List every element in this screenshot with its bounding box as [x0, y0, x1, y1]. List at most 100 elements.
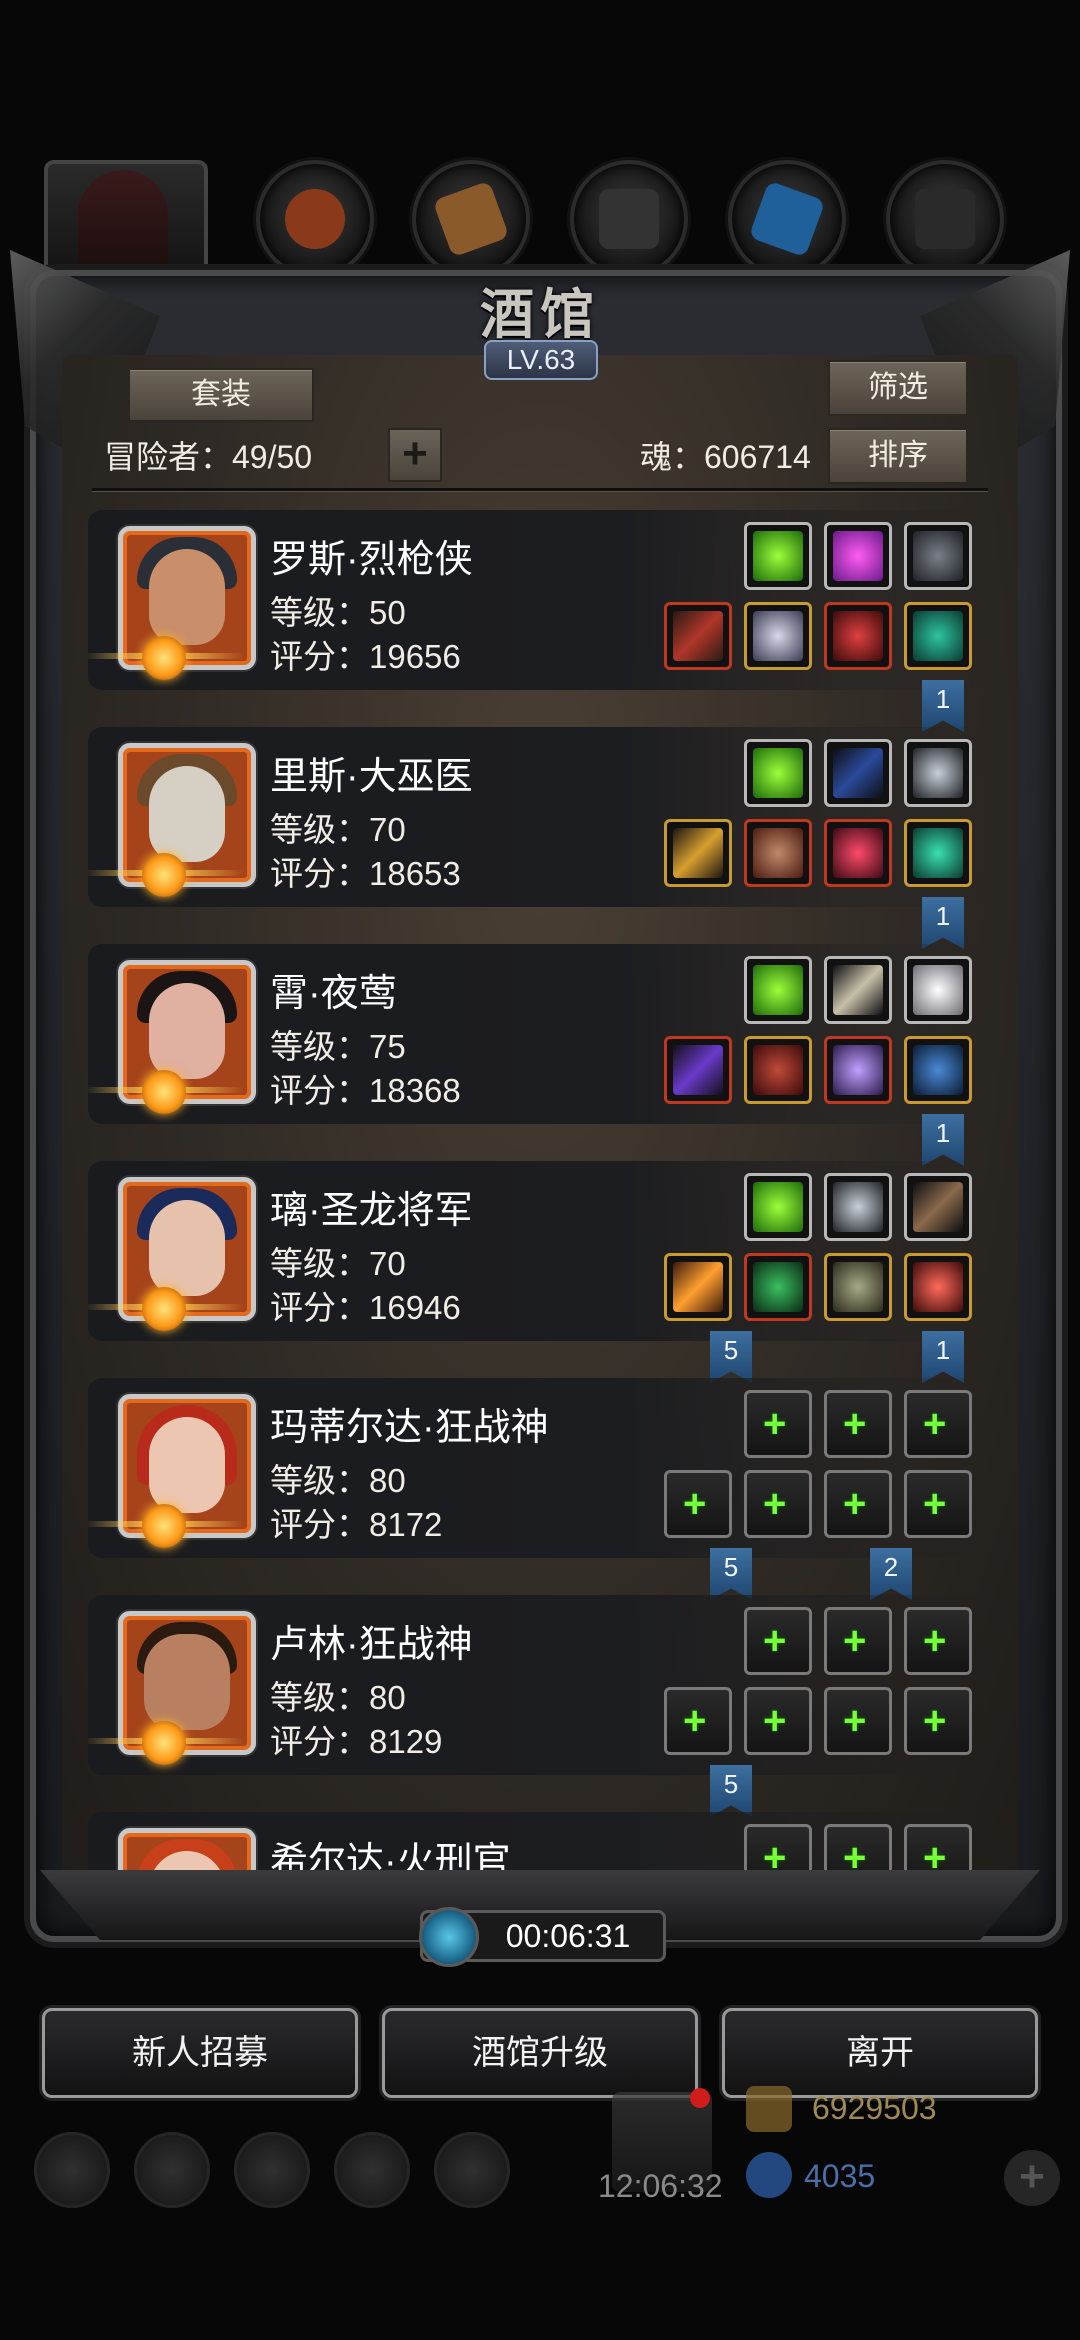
equip-slot-weapon[interactable] [664, 1036, 732, 1104]
equip-slot-weapon[interactable] [664, 819, 732, 887]
equip-slot-emblem[interactable] [824, 1173, 892, 1241]
plus-icon: + [843, 1699, 867, 1743]
plus-icon: + [843, 1619, 867, 1663]
tab-class-steel[interactable] [570, 160, 688, 278]
crest-icon [833, 1045, 883, 1095]
equip-slot-gem-green[interactable] [744, 956, 812, 1024]
equip-slot-weapon[interactable] [664, 1253, 732, 1321]
empty-slot-add-button[interactable]: + [664, 1687, 732, 1755]
tab-class-armor[interactable] [412, 160, 530, 278]
leave-button[interactable]: 离开 [722, 2008, 1038, 2098]
hero-level: 等级：75 [270, 1028, 406, 1065]
hero-card[interactable]: 希尔达·火刑官 + + + [88, 1812, 988, 1880]
equip-slot-gem-green[interactable] [744, 522, 812, 590]
hero-emblem-icon[interactable] [134, 2132, 210, 2208]
empty-slot-add-button[interactable]: + [904, 1390, 972, 1458]
plus-icon: + [923, 1482, 947, 1526]
hero-level: 等级：70 [270, 1245, 406, 1282]
dagger-icon [673, 1045, 723, 1095]
equip-slot-armor[interactable] [744, 602, 812, 670]
shield-icon [833, 1262, 883, 1312]
hero-level: 等级：80 [270, 1679, 406, 1716]
divider [92, 488, 988, 492]
equip-slot-armor[interactable] [744, 1036, 812, 1104]
tab-all-heroes[interactable] [44, 160, 208, 286]
tab-class-gauntlet[interactable] [256, 160, 374, 278]
hero-card[interactable]: 玛蒂尔达·狂战神 等级：80 评分：8172 + + + + + + + [88, 1378, 988, 1558]
bow-icon [833, 748, 883, 798]
hero-card[interactable]: 里斯·大巫医 等级：70 评分：18653 [88, 727, 988, 907]
adventurer-count: 冒险者：49/50 [104, 439, 313, 475]
add-currency-button[interactable]: + [1004, 2150, 1060, 2206]
equip-slot-necklace[interactable] [904, 1253, 972, 1321]
tab-class-crystal[interactable] [728, 160, 846, 278]
empty-slot-add-button[interactable]: + [824, 1607, 892, 1675]
hero-name: 玛蒂尔达·狂战神 [270, 1407, 549, 1449]
empty-slot-add-button[interactable]: + [744, 1470, 812, 1538]
empty-slot-add-button[interactable]: + [904, 1607, 972, 1675]
empty-slot-add-button[interactable]: + [744, 1687, 812, 1755]
equip-slot-ring[interactable] [824, 602, 892, 670]
gold-icon [746, 2086, 792, 2132]
hero-card[interactable]: 霄·夜莺 等级：75 评分：18368 [88, 944, 988, 1124]
hero-portrait [118, 960, 256, 1104]
equip-slot-emblem[interactable] [904, 739, 972, 807]
equip-slot-weapon[interactable] [664, 602, 732, 670]
hero-card[interactable]: 罗斯·烈枪侠 等级：50 评分：19656 [88, 510, 988, 690]
empty-slot-add-button[interactable]: + [824, 1470, 892, 1538]
armor-icon [753, 1045, 803, 1095]
purple-gem-icon [833, 531, 883, 581]
hero-card[interactable]: 卢林·狂战神 等级：80 评分：8129 + + + + + + + [88, 1595, 988, 1775]
equip-slot-mask[interactable] [904, 522, 972, 590]
equip-slot-crossbow[interactable] [904, 1173, 972, 1241]
plus-icon: + [923, 1699, 947, 1743]
plus-icon: + [843, 1402, 867, 1446]
equip-slot-shield[interactable] [824, 1253, 892, 1321]
hero-portrait [118, 743, 256, 887]
empty-slot-add-button[interactable]: + [664, 1470, 732, 1538]
empty-slot-add-button[interactable]: + [744, 1390, 812, 1458]
upgrade-tavern-button[interactable]: 酒馆升级 [382, 2008, 698, 2098]
hero-card[interactable]: 璃·圣龙将军 等级：70 评分：16946 [88, 1161, 988, 1341]
spear-icon [673, 611, 723, 661]
equip-slot-gem-green[interactable] [744, 1173, 812, 1241]
settings-icon[interactable] [34, 2132, 110, 2208]
hero-level: 等级：70 [270, 811, 406, 848]
equip-slot-armor[interactable] [744, 1253, 812, 1321]
mail-icon[interactable] [334, 2132, 410, 2208]
add-adventurer-button[interactable]: + [388, 428, 442, 482]
armor-icon [753, 1262, 803, 1312]
tab-class-iron[interactable] [886, 160, 1004, 278]
empty-slot-add-button[interactable]: + [904, 1687, 972, 1755]
empty-slot-add-button[interactable]: + [824, 1390, 892, 1458]
plus-icon: + [763, 1619, 787, 1663]
equip-slot-amulet[interactable] [904, 1036, 972, 1104]
equip-slot-potion[interactable] [824, 819, 892, 887]
equip-slot-bracelet[interactable] [904, 602, 972, 670]
rank-star-icon [142, 1721, 186, 1765]
equip-slot-bow[interactable] [824, 739, 892, 807]
equip-slot-gem-purple[interactable] [824, 522, 892, 590]
hero-score: 评分：16946 [270, 1289, 461, 1326]
filter-button[interactable]: 筛选 [828, 360, 968, 416]
hero-list[interactable]: 罗斯·烈枪侠 等级：50 评分：19656 1 里斯·大巫医 等级：70 评分：… [88, 510, 988, 1880]
suit-button[interactable]: 套装 [128, 368, 314, 422]
sort-button[interactable]: 排序 [828, 428, 968, 484]
equip-slot-bracelet[interactable] [904, 819, 972, 887]
hero-face [149, 549, 225, 645]
cube-icon[interactable] [434, 2132, 510, 2208]
equip-slot-armor[interactable] [744, 819, 812, 887]
empty-slot-add-button[interactable]: + [744, 1607, 812, 1675]
equip-slot-wing[interactable] [904, 956, 972, 1024]
rank-flag: 1 [922, 1114, 964, 1166]
empty-slot-add-button[interactable]: + [904, 1470, 972, 1538]
gauntlet-icon [285, 189, 345, 249]
tavern-icon[interactable] [234, 2132, 310, 2208]
equip-slot-blade[interactable] [824, 956, 892, 1024]
recruit-button[interactable]: 新人招募 [42, 2008, 358, 2098]
equip-slot-gem-green[interactable] [744, 739, 812, 807]
equip-slot-crest[interactable] [824, 1036, 892, 1104]
rank-star-icon [142, 1504, 186, 1548]
empty-slot-add-button[interactable]: + [824, 1687, 892, 1755]
rank-flag: 5 [710, 1548, 752, 1600]
